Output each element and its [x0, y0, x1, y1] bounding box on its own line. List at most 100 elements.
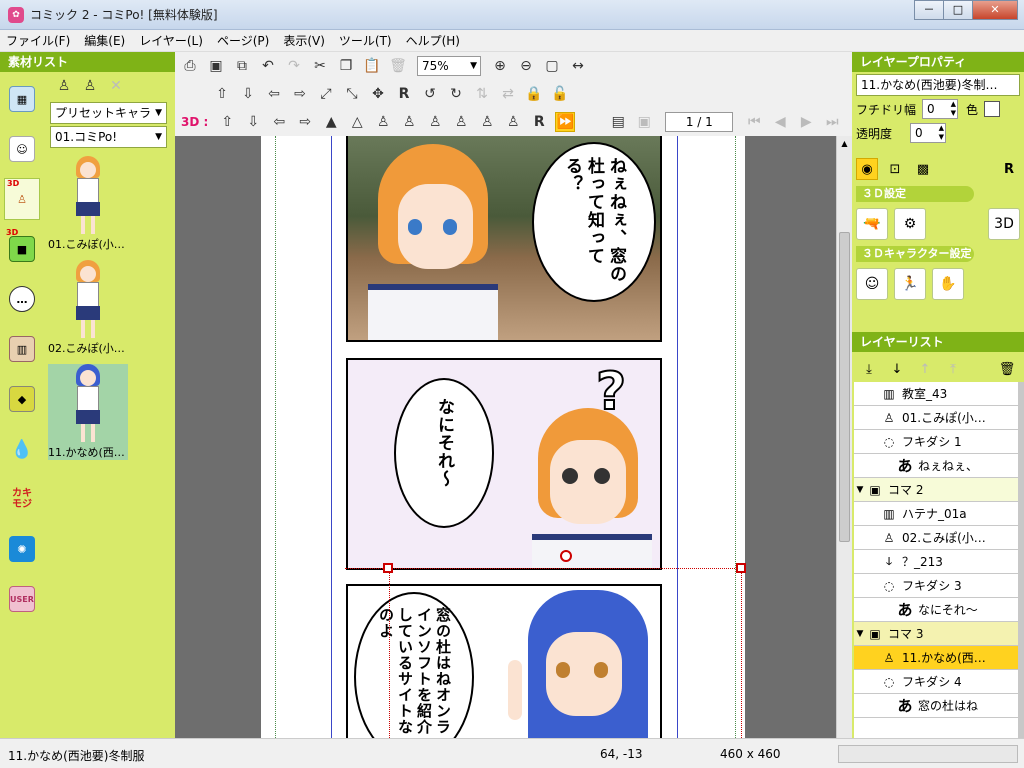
layer-row[interactable]: ▥ 教室_43	[854, 382, 1018, 406]
move-top-icon[interactable]: ⤒	[942, 358, 964, 380]
flip-vertical-icon[interactable]: ⇅	[472, 84, 492, 104]
cut-icon[interactable]: ✂	[310, 56, 330, 76]
layer-row[interactable]: ◌ フキダシ 1	[854, 430, 1018, 454]
minimize-button[interactable]: －	[914, 0, 944, 20]
arrow-right-icon[interactable]: ⇨	[290, 84, 310, 104]
pose-2-icon[interactable]: ♙	[399, 112, 419, 132]
arrow-left-icon[interactable]: ⇦	[264, 84, 284, 104]
selection-box[interactable]	[345, 568, 743, 738]
items-3d-icon[interactable]: ⚙	[894, 208, 926, 240]
reset-r-icon[interactable]: R	[394, 84, 414, 104]
first-page-icon[interactable]: ⏮	[744, 112, 764, 132]
menu-help[interactable]: ヘルプ(H)	[406, 32, 460, 49]
reset-r-prop-icon[interactable]: R	[998, 158, 1020, 180]
category-background[interactable]: ▦	[4, 78, 40, 120]
menu-page[interactable]: ページ(P)	[217, 32, 269, 49]
canvas-scrollbar[interactable]: ▲	[836, 136, 852, 738]
category-3d-object[interactable]: 3D ■	[4, 228, 40, 270]
rotation-handle[interactable]	[560, 550, 572, 562]
save-icon[interactable]: ▣	[206, 56, 226, 76]
arrow-down-icon[interactable]: ⇩	[238, 84, 258, 104]
gun-icon[interactable]: 🔫	[856, 208, 888, 240]
move-bottom-icon[interactable]: ⤓	[858, 358, 880, 380]
tilt-down-icon[interactable]: ⇩	[243, 112, 263, 132]
zoom-select[interactable]: 75% ▼	[417, 56, 481, 76]
expand-triangle-icon[interactable]: ▼	[854, 629, 866, 639]
layer-row-selected[interactable]: ♙ 11.かなめ(西…	[854, 646, 1018, 670]
layer-row[interactable]: あなにそれ～	[854, 598, 1018, 622]
layer-row[interactable]: ◌ フキダシ 4	[854, 670, 1018, 694]
page-indicator[interactable]: 1 / 1	[665, 112, 734, 132]
paste-icon[interactable]: 📋	[362, 56, 382, 76]
layer-row[interactable]: ♙ 01.こみぽ(小…	[854, 406, 1018, 430]
category-effect[interactable]: 💧	[4, 428, 40, 470]
layer-row[interactable]: ◌ フキダシ 3	[854, 574, 1018, 598]
last-page-icon[interactable]: ⏭	[822, 112, 842, 132]
trash-icon[interactable]: 🗑	[388, 56, 408, 76]
edit-character-icon[interactable]: ♙	[80, 76, 100, 96]
maximize-button[interactable]: □	[943, 0, 973, 20]
layer-row[interactable]: あ窓の杜はね	[854, 694, 1018, 718]
rotate-right-icon[interactable]: ↻	[446, 84, 466, 104]
pose-4-icon[interactable]: ♙	[451, 112, 471, 132]
preset-select[interactable]: プリセットキャラ ▼	[50, 102, 167, 124]
perspective-up-icon[interactable]: ▲	[321, 112, 341, 132]
flip-horizontal-icon[interactable]: ⇄	[498, 84, 518, 104]
menu-tools[interactable]: ツール(T)	[339, 32, 392, 49]
menu-file[interactable]: ファイル(F)	[6, 32, 70, 49]
copy-icon[interactable]: ❐	[336, 56, 356, 76]
face-icon[interactable]: ☺	[856, 268, 888, 300]
checker-icon[interactable]: ▩	[912, 158, 934, 180]
category-balloon[interactable]: …	[4, 278, 40, 320]
category-screentone[interactable]: ✺	[4, 528, 40, 570]
page-settings-icon[interactable]: ▤	[608, 112, 628, 132]
image-icon[interactable]: ⊡	[884, 158, 906, 180]
reset-3d-icon[interactable]: R	[529, 112, 549, 132]
prev-page-icon[interactable]: ◀	[770, 112, 790, 132]
comic-canvas[interactable]: ねぇねぇ、窓の杜って知ってる？ なにそれ～ ? 窓の杜はねオンラインソフトを紹介…	[175, 136, 836, 738]
category-user[interactable]: USER	[4, 578, 40, 620]
delete-layer-icon[interactable]: 🗑	[996, 358, 1018, 380]
rotate-left-icon[interactable]: ↺	[420, 84, 440, 104]
layer-group-row[interactable]: ▼ ▣ コマ 3	[854, 622, 1018, 646]
zoom-out-icon[interactable]: ⊖	[516, 56, 536, 76]
pose-3-icon[interactable]: ♙	[425, 112, 445, 132]
scale-down-icon[interactable]: ⤡	[342, 84, 362, 104]
turn-right-icon[interactable]: ⇨	[295, 112, 315, 132]
scroll-thumb[interactable]	[839, 232, 850, 542]
unlock-icon[interactable]: 🔓	[550, 84, 570, 104]
fast-forward-icon[interactable]: ⏩	[555, 112, 576, 132]
camera-3d-icon[interactable]: 3D	[988, 208, 1020, 240]
page-delete-icon[interactable]: ▣	[634, 112, 654, 132]
layer-row[interactable]: ♙ 02.こみぽ(小…	[854, 526, 1018, 550]
layer-group-row[interactable]: ▼ ▣ コマ 2	[854, 478, 1018, 502]
category-kakimoji[interactable]: カキモジ	[4, 478, 40, 520]
undo-icon[interactable]: ↶	[258, 56, 278, 76]
zoom-in-icon[interactable]: ⊕	[490, 56, 510, 76]
fit-width-icon[interactable]: ↔	[568, 56, 588, 76]
lock-icon[interactable]: 🔒	[524, 84, 544, 104]
selection-handle-left[interactable]	[383, 563, 393, 573]
category-2d-character[interactable]: ☺	[4, 128, 40, 170]
material-item[interactable]: 02.こみぽ(小…	[48, 260, 128, 356]
scroll-up-arrow[interactable]: ▲	[837, 136, 852, 152]
move-down-icon[interactable]: ↓	[886, 358, 908, 380]
layer-row[interactable]: ↆ ？_213	[854, 550, 1018, 574]
pose-icon[interactable]: 🏃	[894, 268, 926, 300]
category-building[interactable]: ▥	[4, 328, 40, 370]
move-up-icon[interactable]: ↑	[914, 358, 936, 380]
tilt-up-icon[interactable]: ⇧	[217, 112, 237, 132]
close-button[interactable]: ✕	[972, 0, 1018, 20]
menu-view[interactable]: 表示(V)	[283, 32, 325, 49]
category-item[interactable]: ◆	[4, 378, 40, 420]
expand-triangle-icon[interactable]: ▼	[854, 485, 866, 495]
comic-panel-1[interactable]: ねぇねぇ、窓の杜って知ってる？	[346, 136, 662, 342]
add-character-icon[interactable]: ♙	[54, 76, 74, 96]
material-item[interactable]: 01.こみぽ(小…	[48, 156, 128, 252]
layer-list-scrollbar[interactable]	[1018, 382, 1024, 738]
speech-bubble-2[interactable]: なにそれ～	[394, 378, 494, 528]
next-page-icon[interactable]: ▶	[796, 112, 816, 132]
selection-handle-right[interactable]	[736, 563, 746, 573]
speech-bubble-1[interactable]: ねぇねぇ、窓の杜って知ってる？	[532, 142, 656, 302]
layer-row[interactable]: ▥ ハテナ_01a	[854, 502, 1018, 526]
